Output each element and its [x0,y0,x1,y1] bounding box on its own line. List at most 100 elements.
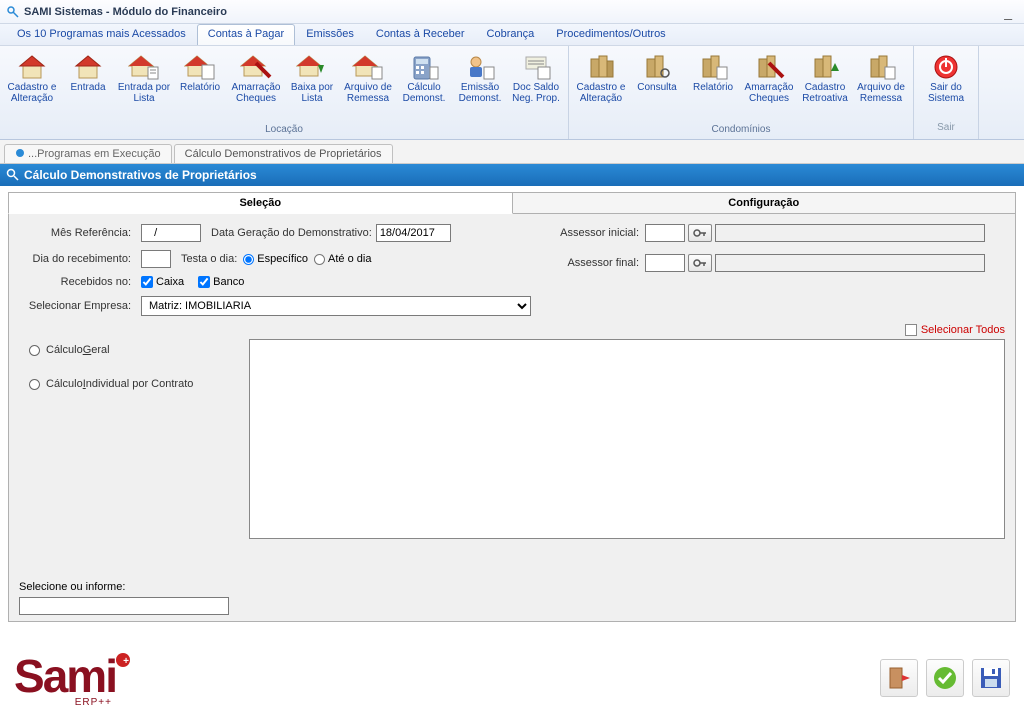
subtab-calculo[interactable]: Cálculo Demonstrativos de Proprietários [174,144,393,163]
minimize-button[interactable]: _ [998,4,1018,20]
menu-procedimentos[interactable]: Procedimentos/Outros [545,24,676,45]
window-title: SAMI Sistemas - Módulo do Financeiro [24,6,227,18]
label-testa-dia: Testa o dia: [181,253,237,265]
building-check-icon [752,52,786,82]
input-assessor-ini[interactable] [645,224,685,242]
door-exit-icon [886,665,912,691]
input-data-geracao[interactable] [376,224,451,242]
ribbon-group-label-locacao: Locação [4,124,564,137]
rb-locacao-entrada-lista[interactable]: Entrada por Lista [116,50,172,106]
house-file-icon [351,52,385,82]
label-assessor-ini: Assessor inicial: [549,227,639,239]
rb-locacao-baixa[interactable]: Baixa por Lista [284,50,340,106]
building-icon [584,52,618,82]
rb-cond-relatorio[interactable]: Relatório [685,50,741,106]
rb-cond-arquivo[interactable]: Arquivo de Remessa [853,50,909,106]
label-data-geracao: Data Geração do Demonstrativo: [211,227,372,239]
menu-cobranca[interactable]: Cobrança [476,24,546,45]
select-empresa[interactable]: Matriz: IMOBILIARIA [141,296,531,316]
calc-options: Cálculo Geral Cálculo Individual por Con… [29,344,193,412]
person-doc-icon [463,52,497,82]
lookup-assessor-ini-button[interactable] [688,224,712,242]
rb-cond-cadastro[interactable]: Cadastro e Alteração [573,50,629,106]
label-caixa: Caixa [156,276,184,288]
house-list-icon [127,52,161,82]
rb-locacao-entrada[interactable]: Entrada [60,50,116,106]
label-banco: Banco [213,276,244,288]
rb-locacao-relatorio[interactable]: Relatório [172,50,228,106]
select-all[interactable]: Selecionar Todos [905,324,1005,336]
form-title-text: Cálculo Demonstrativos de Proprietários [24,168,257,182]
ribbon-group-label-sair: Sair [918,122,974,135]
menu-contas-receber[interactable]: Contas à Receber [365,24,476,45]
label-recebidos: Recebidos no: [19,276,131,288]
input-dia-receb[interactable] [141,250,171,268]
chk-banco[interactable] [198,276,210,288]
logo: Sami+ ERP++ [14,649,116,708]
menu-contas-pagar[interactable]: Contas à Pagar [197,24,295,45]
radio-calc-geral[interactable] [29,345,40,356]
input-mes-ref[interactable] [141,224,201,242]
rb-locacao-cadastro[interactable]: Cadastro e Alteração [4,50,60,106]
tab-config[interactable]: Configuração [513,192,1017,214]
display-assessor-fin [715,254,985,272]
rb-locacao-arquivo[interactable]: Arquivo de Remessa [340,50,396,106]
main-menu: Os 10 Programas mais Acessados Contas à … [0,24,1024,46]
label-sel-empresa: Selecionar Empresa: [19,300,131,312]
house-icon [15,52,49,82]
house-report-icon [183,52,217,82]
rb-locacao-calc[interactable]: Cálculo Demonst. [396,50,452,106]
exit-button[interactable] [880,659,918,697]
subtab-programas[interactable]: ...Programas em Execução [4,144,172,163]
label-ate-dia: Até o dia [328,253,371,265]
building-search-icon [640,52,674,82]
house-icon [71,52,105,82]
ribbon-group-locacao: Cadastro e Alteração Entrada Entrada por… [0,46,569,139]
ribbon: Cadastro e Alteração Entrada Entrada por… [0,46,1024,140]
lookup-assessor-fin-button[interactable] [688,254,712,272]
building-file-icon [864,52,898,82]
tab-selecao[interactable]: Seleção [8,192,513,214]
label-assessor-fin: Assessor final: [549,257,639,269]
calculator-icon [407,52,441,82]
house-down-icon [295,52,329,82]
form-body: Mês Referência: Data Geração do Demonstr… [8,214,1016,622]
key-icon [693,227,707,239]
title-bar: SAMI Sistemas - Módulo do Financeiro _ [0,0,1024,24]
ribbon-group-label-condominios: Condomínios [573,124,909,137]
label-dia-receb: Dia do recebimento: [19,253,131,265]
menu-emissoes[interactable]: Emissões [295,24,365,45]
magnifier-icon [6,168,20,182]
form-tabs: Seleção Configuração [8,192,1016,214]
app-icon [6,5,20,19]
ribbon-group-condominios: Cadastro e Alteração Consulta Relatório … [569,46,914,139]
building-report-icon [696,52,730,82]
confirm-button[interactable] [926,659,964,697]
input-assessor-fin[interactable] [645,254,685,272]
rb-locacao-docsaldo[interactable]: Doc Saldo Neg. Prop. [508,50,564,106]
chk-caixa[interactable] [141,276,153,288]
radio-calc-individual[interactable] [29,379,40,390]
checkbox-select-all[interactable] [905,324,917,336]
radio-especifico[interactable] [243,254,254,265]
input-selecione-informe[interactable] [19,597,229,615]
save-button[interactable] [972,659,1010,697]
rb-cond-amarracao[interactable]: Amarração Cheques [741,50,797,106]
rb-cond-retroativa[interactable]: Cadastro Retroativa [797,50,853,106]
radio-ate-dia[interactable] [314,254,325,265]
key-icon [693,257,707,269]
building-back-icon [808,52,842,82]
label-mes-ref: Mês Referência: [19,227,131,239]
rb-locacao-amarracao[interactable]: Amarração Cheques [228,50,284,106]
menu-top10[interactable]: Os 10 Programas mais Acessados [6,24,197,45]
opt-calc-geral[interactable]: Cálculo Geral [29,344,193,356]
list-box[interactable] [249,339,1005,539]
display-assessor-ini [715,224,985,242]
rb-sair[interactable]: Sair do Sistema [918,50,974,106]
opt-calc-individual[interactable]: Cálculo Individual por Contrato [29,378,193,390]
label-select-all: Selecionar Todos [921,324,1005,336]
document-icon [519,52,553,82]
rb-cond-consulta[interactable]: Consulta [629,50,685,106]
rb-locacao-emissao[interactable]: Emissão Demonst. [452,50,508,106]
floppy-icon [978,665,1004,691]
